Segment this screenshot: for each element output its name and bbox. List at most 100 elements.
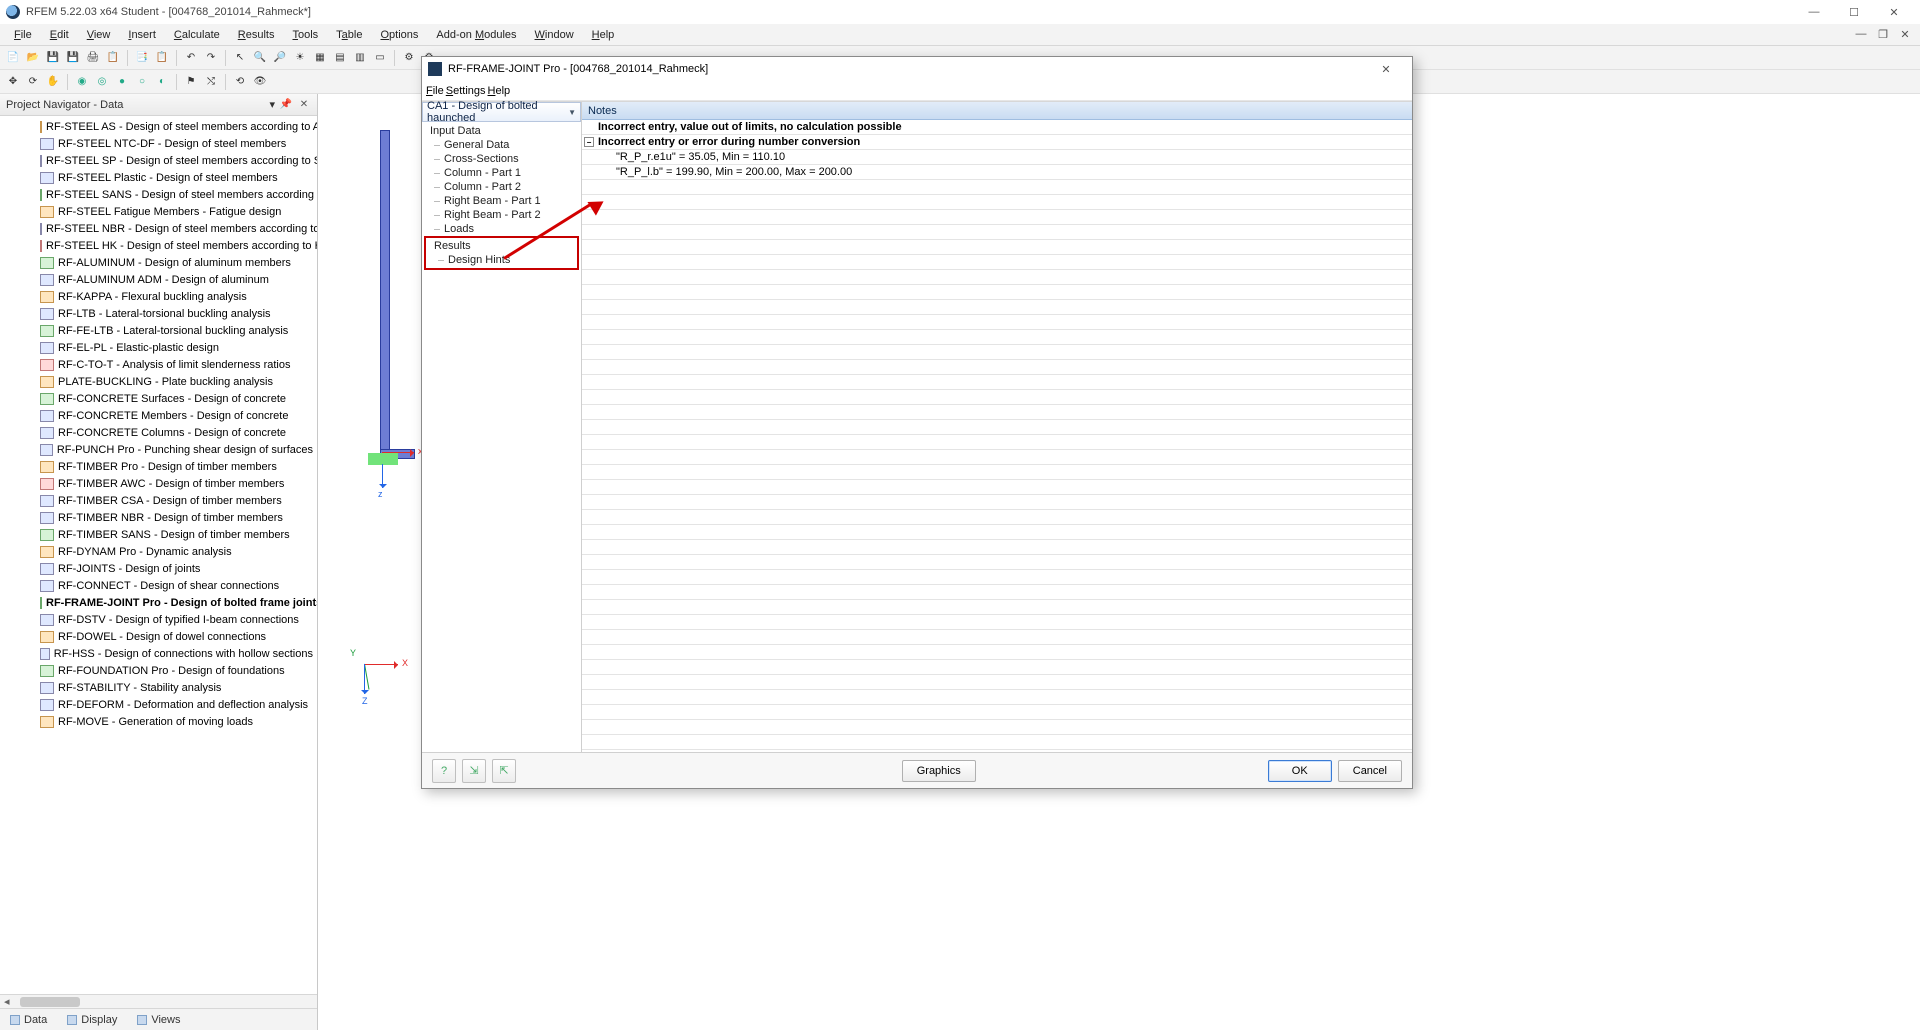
- tree-item[interactable]: RF-STEEL AS - Design of steel members ac…: [40, 118, 317, 135]
- menu-table[interactable]: Table: [328, 27, 370, 43]
- navigator-hscroll[interactable]: ◂: [0, 994, 317, 1008]
- tree-item[interactable]: RF-CONCRETE Members - Design of concrete: [40, 407, 317, 424]
- model1-icon[interactable]: ◉: [73, 73, 91, 91]
- flag-icon[interactable]: ⚑: [182, 73, 200, 91]
- menu-addon[interactable]: Add-on Modules: [428, 27, 524, 43]
- minimize-button[interactable]: —: [1794, 1, 1834, 23]
- menu-options[interactable]: Options: [372, 27, 426, 43]
- tree-item[interactable]: RF-CONCRETE Surfaces - Design of concret…: [40, 390, 317, 407]
- layers-icon[interactable]: ▭: [371, 49, 389, 67]
- doc-icon[interactable]: 📋: [104, 49, 122, 67]
- tree-input-data[interactable]: Input Data: [422, 124, 581, 138]
- table-icon[interactable]: ▥: [351, 49, 369, 67]
- tree-item[interactable]: PLATE-BUCKLING - Plate buckling analysis: [40, 373, 317, 390]
- model3-icon[interactable]: ●: [113, 73, 131, 91]
- tree-item[interactable]: RF-DOWEL - Design of dowel connections: [40, 628, 317, 645]
- notes-row[interactable]: "R_P_r.e1u" = 35.05, Min = 110.10: [582, 150, 1412, 165]
- grid2-icon[interactable]: ▤: [331, 49, 349, 67]
- notes-grid[interactable]: Incorrect entry, value out of limits, no…: [582, 120, 1412, 752]
- save-icon[interactable]: 💾: [44, 49, 62, 67]
- tree-item[interactable]: RF-TIMBER Pro - Design of timber members: [40, 458, 317, 475]
- tree-item[interactable]: RF-KAPPA - Flexural buckling analysis: [40, 288, 317, 305]
- tree-item[interactable]: RF-DEFORM - Deformation and deflection a…: [40, 696, 317, 713]
- menu-window[interactable]: Window: [527, 27, 582, 43]
- dialog-close-button[interactable]: ✕: [1366, 58, 1406, 80]
- notes-row[interactable]: Incorrect entry, value out of limits, no…: [582, 120, 1412, 135]
- menu-edit[interactable]: Edit: [42, 27, 77, 43]
- tree-item[interactable]: RF-FE-LTB - Lateral-torsional buckling a…: [40, 322, 317, 339]
- tree-item[interactable]: RF-EL-PL - Elastic-plastic design: [40, 339, 317, 356]
- navigator-tree[interactable]: RF-STEEL AS - Design of steel members ac…: [0, 116, 317, 994]
- tab-display[interactable]: Display: [57, 1012, 127, 1028]
- tree-item[interactable]: RF-STEEL SANS - Design of steel members …: [40, 186, 317, 203]
- mdi-restore[interactable]: ❐: [1872, 28, 1894, 41]
- menu-insert[interactable]: Insert: [120, 27, 164, 43]
- grid-icon[interactable]: ▦: [311, 49, 329, 67]
- tree-item[interactable]: RF-CONCRETE Columns - Design of concrete: [40, 424, 317, 441]
- case-select[interactable]: CA1 - Design of bolted haunched ▼: [422, 102, 581, 122]
- tree-item[interactable]: RF-STEEL SP - Design of steel members ac…: [40, 152, 317, 169]
- tree-item[interactable]: RF-STABILITY - Stability analysis: [40, 679, 317, 696]
- tree-child[interactable]: Column - Part 2: [422, 180, 581, 194]
- tree-design-hints[interactable]: Design Hints: [426, 253, 577, 267]
- zoom-icon[interactable]: 🔎: [271, 49, 289, 67]
- tree-item[interactable]: RF-STEEL Plastic - Design of steel membe…: [40, 169, 317, 186]
- dlg-menu-help[interactable]: Help: [488, 85, 511, 97]
- close-panel-icon[interactable]: ✕: [297, 99, 311, 110]
- menu-view[interactable]: View: [79, 27, 119, 43]
- tree-item[interactable]: RF-STEEL HK - Design of steel members ac…: [40, 237, 317, 254]
- pin-icon[interactable]: 📌: [279, 99, 293, 110]
- tree-item[interactable]: RF-STEEL NBR - Design of steel members a…: [40, 220, 317, 237]
- tree-item[interactable]: RF-FOUNDATION Pro - Design of foundation…: [40, 662, 317, 679]
- tree-item[interactable]: RF-PUNCH Pro - Punching shear design of …: [40, 441, 317, 458]
- tree-item[interactable]: RF-TIMBER AWC - Design of timber members: [40, 475, 317, 492]
- tree-item[interactable]: RF-HSS - Design of connections with holl…: [40, 645, 317, 662]
- pointer-icon[interactable]: ↖: [231, 49, 249, 67]
- menu-help[interactable]: Help: [584, 27, 623, 43]
- menu-calculate[interactable]: Calculate: [166, 27, 228, 43]
- mdi-close[interactable]: ✕: [1894, 28, 1916, 41]
- view-icon[interactable]: 👁: [251, 73, 269, 91]
- dlg-menu-settings[interactable]: Settings: [446, 85, 486, 97]
- tab-data[interactable]: Data: [0, 1012, 57, 1028]
- close-button[interactable]: ✕: [1874, 1, 1914, 23]
- calc-icon[interactable]: ⚙: [400, 49, 418, 67]
- open-icon[interactable]: 📂: [24, 49, 42, 67]
- menu-tools[interactable]: Tools: [284, 27, 326, 43]
- print-icon[interactable]: 🖨: [84, 49, 102, 67]
- tree-item[interactable]: RF-MOVE - Generation of moving loads: [40, 713, 317, 730]
- tree-child[interactable]: Cross-Sections: [422, 152, 581, 166]
- tree-item[interactable]: RF-STEEL Fatigue Members - Fatigue desig…: [40, 203, 317, 220]
- save-all-icon[interactable]: 💾: [64, 49, 82, 67]
- menu-file[interactable]: File: [6, 27, 40, 43]
- tree-item[interactable]: RF-ALUMINUM - Design of aluminum members: [40, 254, 317, 271]
- export2-button[interactable]: ⇱: [492, 759, 516, 783]
- notes-row[interactable]: "R_P_l.b" = 199.90, Min = 200.00, Max = …: [582, 165, 1412, 180]
- tree-item[interactable]: RF-TIMBER NBR - Design of timber members: [40, 509, 317, 526]
- collapse-icon[interactable]: −: [584, 137, 594, 147]
- tree-item[interactable]: RF-CONNECT - Design of shear connections: [40, 577, 317, 594]
- model5-icon[interactable]: ◐: [153, 73, 171, 91]
- notes-row[interactable]: −Incorrect entry or error during number …: [582, 135, 1412, 150]
- tree-item[interactable]: RF-TIMBER SANS - Design of timber member…: [40, 526, 317, 543]
- tree-child[interactable]: Column - Part 1: [422, 166, 581, 180]
- maximize-button[interactable]: ☐: [1834, 1, 1874, 23]
- redo-icon[interactable]: ↷: [202, 49, 220, 67]
- new-icon[interactable]: 📄: [4, 49, 22, 67]
- help-button[interactable]: ?: [432, 759, 456, 783]
- tree-results[interactable]: Results: [426, 239, 577, 253]
- dialog-titlebar[interactable]: RF-FRAME-JOINT Pro - [004768_201014_Rahm…: [422, 57, 1412, 81]
- rotate-icon[interactable]: ⟳: [24, 73, 42, 91]
- tree-item[interactable]: RF-STEEL NTC-DF - Design of steel member…: [40, 135, 317, 152]
- dialog-tree[interactable]: Input Data General DataCross-SectionsCol…: [422, 122, 581, 752]
- move-icon[interactable]: ✥: [4, 73, 22, 91]
- tree-child[interactable]: Right Beam - Part 2: [422, 208, 581, 222]
- tree-child[interactable]: Loads: [422, 222, 581, 236]
- graphics-button[interactable]: Graphics: [902, 760, 976, 782]
- find-icon[interactable]: 🔍: [251, 49, 269, 67]
- undo-icon[interactable]: ↶: [182, 49, 200, 67]
- copy-icon[interactable]: 📑: [133, 49, 151, 67]
- tree-item[interactable]: RF-ALUMINUM ADM - Design of aluminum: [40, 271, 317, 288]
- orbit-icon[interactable]: ⟲: [231, 73, 249, 91]
- tab-views[interactable]: Views: [127, 1012, 190, 1028]
